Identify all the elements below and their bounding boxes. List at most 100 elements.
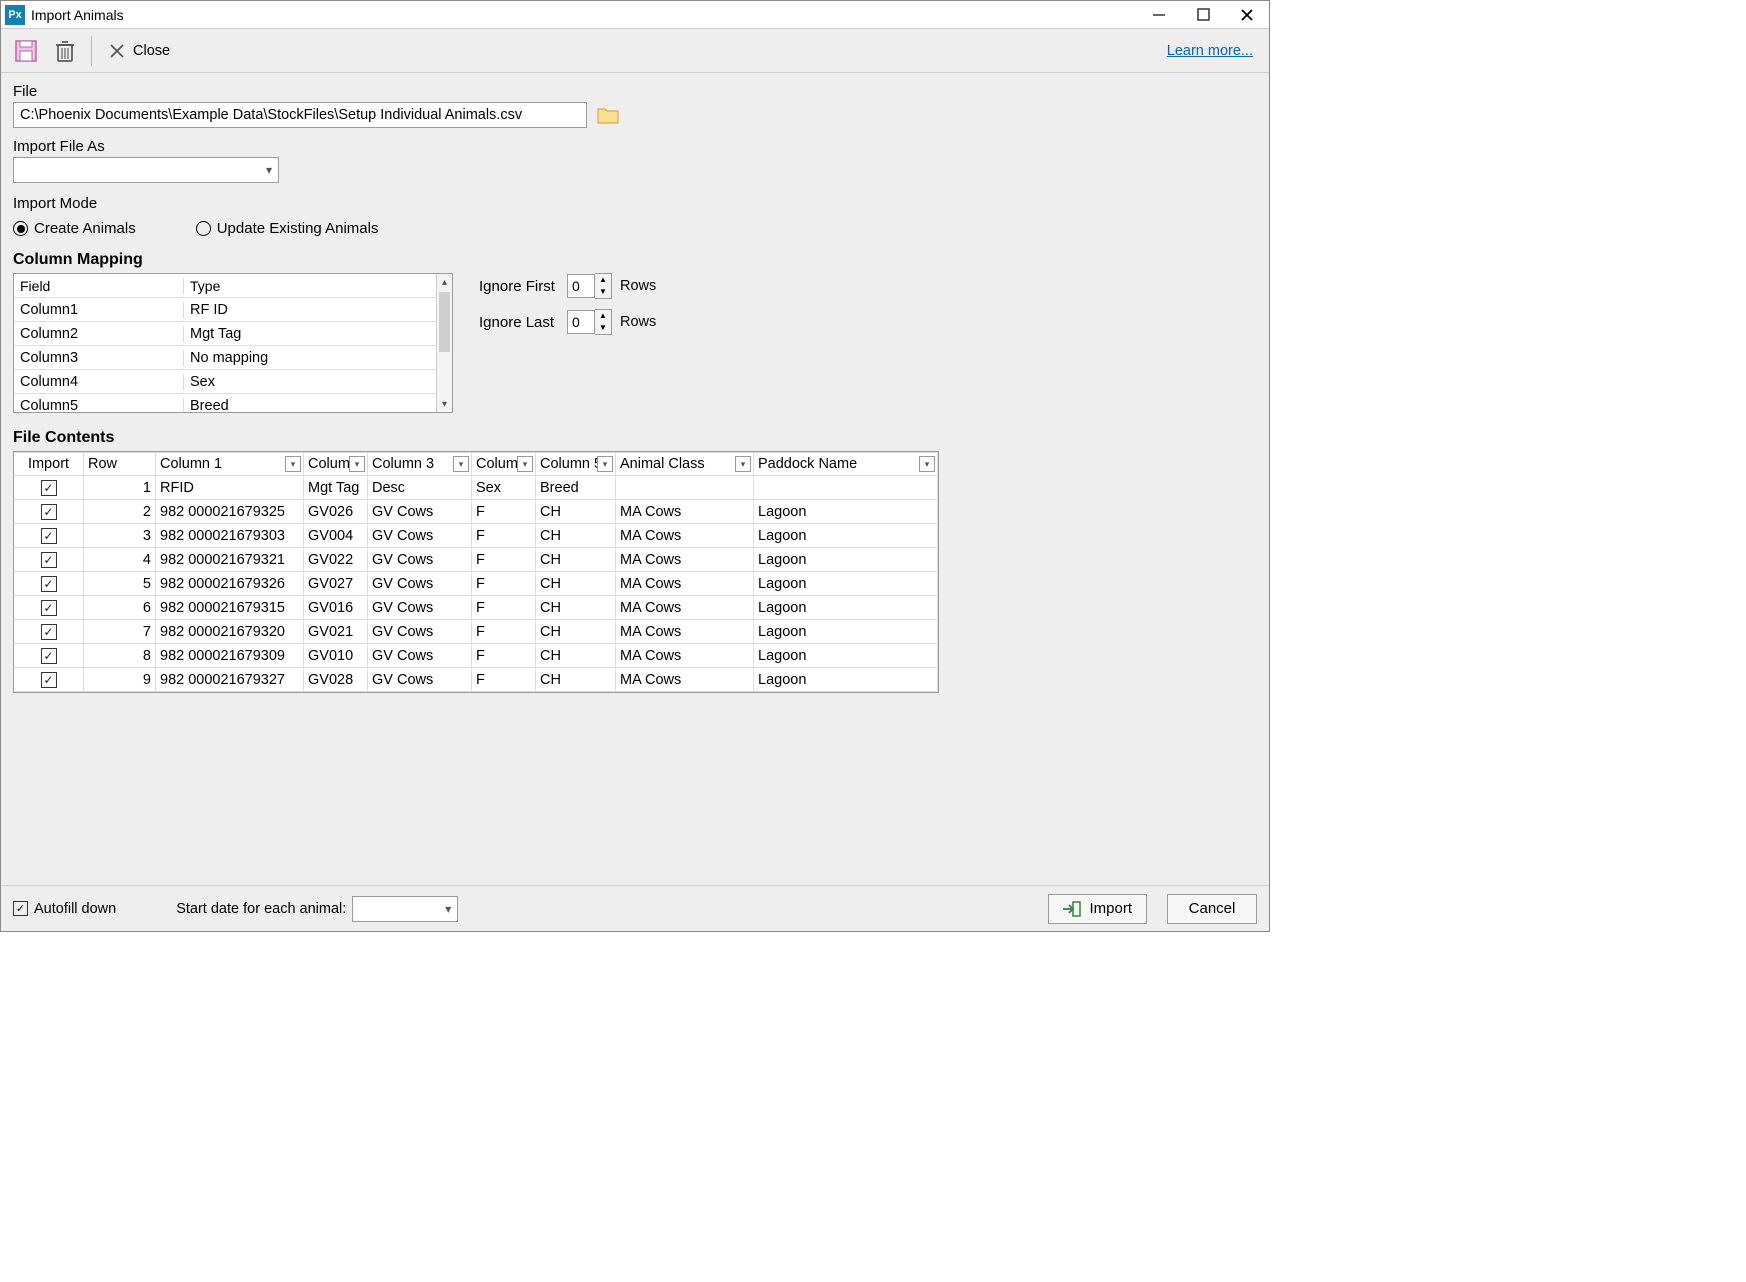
row-number: 5 [84, 572, 156, 595]
cell-paddock: Lagoon [754, 500, 938, 523]
cell-column2: GV016 [304, 596, 368, 619]
header-column1[interactable]: Column 1▾ [156, 452, 304, 475]
mapping-row[interactable]: Column5Breed [14, 394, 436, 412]
mapping-row[interactable]: Column4Sex [14, 370, 436, 394]
chevron-down-icon[interactable]: ▾ [597, 456, 613, 472]
header-column3[interactable]: Column 3▾ [368, 452, 472, 475]
mapping-field: Column3 [14, 350, 184, 366]
table-row[interactable]: ✓3982 000021679303GV004GV CowsFCHMA Cows… [14, 524, 938, 548]
mapping-type: Mgt Tag [184, 326, 436, 342]
cell-column5: CH [536, 548, 616, 571]
import-check-cell[interactable]: ✓ [14, 476, 84, 499]
table-row[interactable]: ✓9982 000021679327GV028GV CowsFCHMA Cows… [14, 668, 938, 692]
browse-button[interactable] [595, 104, 621, 126]
table-row[interactable]: ✓7982 000021679320GV021GV CowsFCHMA Cows… [14, 620, 938, 644]
row-number: 6 [84, 596, 156, 619]
table-row[interactable]: ✓2982 000021679325GV026GV CowsFCHMA Cows… [14, 500, 938, 524]
learn-more-link[interactable]: Learn more... [1167, 43, 1253, 59]
minimize-button[interactable] [1137, 1, 1181, 29]
cell-column2: GV026 [304, 500, 368, 523]
mapping-field: Column1 [14, 302, 184, 318]
mapping-row[interactable]: Column3No mapping [14, 346, 436, 370]
cell-paddock: Lagoon [754, 548, 938, 571]
mapping-scrollbar[interactable]: ▴ ▾ [436, 274, 452, 412]
mapping-field: Column5 [14, 398, 184, 413]
scroll-thumb[interactable] [439, 292, 450, 352]
table-row[interactable]: ✓1RFIDMgt TagDescSexBreed [14, 476, 938, 500]
header-row[interactable]: Row [84, 452, 156, 475]
file-input[interactable] [13, 102, 587, 128]
import-check-cell[interactable]: ✓ [14, 668, 84, 691]
import-check-cell[interactable]: ✓ [14, 644, 84, 667]
chevron-down-icon: ▾ [445, 902, 451, 916]
ignore-last-up[interactable]: ▲ [595, 310, 611, 322]
header-column4[interactable]: Column▾ [472, 452, 536, 475]
cell-column1: 982 000021679326 [156, 572, 304, 595]
chevron-down-icon[interactable]: ▾ [517, 456, 533, 472]
header-paddock[interactable]: Paddock Name▾ [754, 452, 938, 475]
update-animals-radio[interactable]: Update Existing Animals [196, 220, 379, 237]
chevron-down-icon[interactable]: ▾ [285, 456, 301, 472]
import-check-cell[interactable]: ✓ [14, 524, 84, 547]
close-button[interactable]: Close [98, 34, 181, 68]
header-import[interactable]: Import [14, 452, 84, 475]
update-animals-label: Update Existing Animals [217, 220, 379, 237]
chevron-down-icon[interactable]: ▾ [349, 456, 365, 472]
window-title: Import Animals [31, 7, 124, 23]
create-animals-radio[interactable]: Create Animals [13, 220, 136, 237]
toolbar-separator [91, 36, 92, 66]
cell-column4: F [472, 668, 536, 691]
import-as-select[interactable]: ▾ [13, 157, 279, 183]
ignore-first-down[interactable]: ▼ [595, 286, 611, 298]
header-column5[interactable]: Column 5▾ [536, 452, 616, 475]
table-row[interactable]: ✓6982 000021679315GV016GV CowsFCHMA Cows… [14, 596, 938, 620]
chevron-down-icon[interactable]: ▾ [919, 456, 935, 472]
ignore-last-input[interactable] [567, 310, 595, 334]
mapping-header-row: Field Type [14, 274, 436, 298]
scroll-down-icon: ▾ [437, 396, 452, 412]
ignore-last-down[interactable]: ▼ [595, 322, 611, 334]
cell-animal-class [616, 476, 754, 499]
maximize-button[interactable] [1181, 1, 1225, 29]
table-row[interactable]: ✓4982 000021679321GV022GV CowsFCHMA Cows… [14, 548, 938, 572]
import-button[interactable]: Import [1048, 894, 1147, 924]
check-icon: ✓ [41, 528, 57, 544]
file-contents-grid[interactable]: Import Row Column 1▾ Column▾ Column 3▾ C… [13, 451, 939, 693]
cell-column4: F [472, 524, 536, 547]
autofill-checkbox[interactable]: ✓ Autofill down [13, 901, 116, 917]
mapping-table[interactable]: Field Type Column1RF IDColumn2Mgt TagCol… [13, 273, 453, 413]
import-check-cell[interactable]: ✓ [14, 596, 84, 619]
check-icon: ✓ [41, 552, 57, 568]
mapping-row[interactable]: Column2Mgt Tag [14, 322, 436, 346]
table-row[interactable]: ✓5982 000021679326GV027GV CowsFCHMA Cows… [14, 572, 938, 596]
ignore-first-up[interactable]: ▲ [595, 274, 611, 286]
cell-column3: GV Cows [368, 644, 472, 667]
check-icon: ✓ [41, 504, 57, 520]
file-contents-title: File Contents [13, 429, 1257, 447]
chevron-down-icon[interactable]: ▾ [735, 456, 751, 472]
import-check-cell[interactable]: ✓ [14, 548, 84, 571]
x-icon [109, 43, 125, 59]
start-date-select[interactable]: ▾ [352, 896, 458, 922]
cell-paddock: Lagoon [754, 524, 938, 547]
cell-column5: CH [536, 620, 616, 643]
import-check-cell[interactable]: ✓ [14, 620, 84, 643]
mapping-row[interactable]: Column1RF ID [14, 298, 436, 322]
chevron-down-icon[interactable]: ▾ [453, 456, 469, 472]
cell-column3: GV Cows [368, 572, 472, 595]
app-icon: Px [5, 5, 25, 25]
cancel-button[interactable]: Cancel [1167, 894, 1257, 924]
column-mapping-title: Column Mapping [13, 251, 1257, 269]
header-animal-class[interactable]: Animal Class▾ [616, 452, 754, 475]
table-row[interactable]: ✓8982 000021679309GV010GV CowsFCHMA Cows… [14, 644, 938, 668]
grid-header-row: Import Row Column 1▾ Column▾ Column 3▾ C… [14, 452, 938, 476]
cell-column3: GV Cows [368, 500, 472, 523]
close-window-button[interactable] [1225, 1, 1269, 29]
import-check-cell[interactable]: ✓ [14, 572, 84, 595]
delete-button[interactable] [47, 34, 83, 68]
header-column2[interactable]: Column▾ [304, 452, 368, 475]
import-check-cell[interactable]: ✓ [14, 500, 84, 523]
cell-animal-class: MA Cows [616, 644, 754, 667]
save-button[interactable] [7, 34, 45, 68]
ignore-first-input[interactable] [567, 274, 595, 298]
